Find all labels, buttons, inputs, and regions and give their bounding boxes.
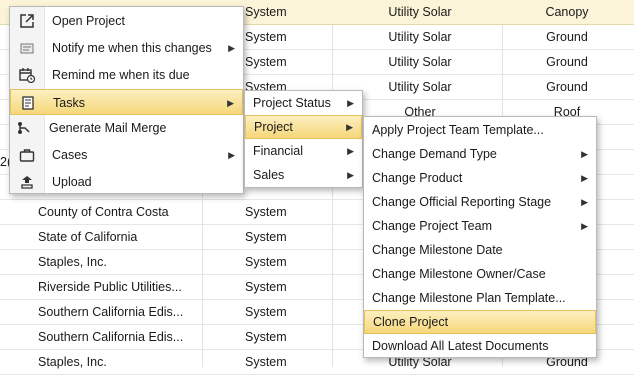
cell-type: Utility Solar bbox=[388, 80, 452, 94]
open-external-icon bbox=[20, 14, 34, 28]
menu-item-label: Clone Project bbox=[373, 315, 449, 329]
menu-item-label: Cases bbox=[52, 148, 88, 162]
menu-item-change-milestone-owner[interactable]: Change Milestone Owner/Case bbox=[364, 262, 596, 286]
submenu-arrow-icon: ▶ bbox=[347, 98, 354, 108]
menu-item-change-milestone-date[interactable]: Change Milestone Date bbox=[364, 238, 596, 262]
menu-item-change-project-team[interactable]: Change Project Team ▶ bbox=[364, 214, 596, 238]
menu-item-label: Change Demand Type bbox=[372, 147, 497, 161]
submenu-arrow-icon: ▶ bbox=[228, 150, 235, 160]
menu-item-label: Generate Mail Merge bbox=[49, 121, 167, 135]
menu-item-download-documents[interactable]: Download All Latest Documents bbox=[364, 334, 596, 358]
menu-item-cases[interactable]: Cases ▶ bbox=[10, 142, 243, 168]
menu-item-label: Project bbox=[254, 120, 293, 134]
menu-item-apply-team-template[interactable]: Apply Project Team Template... bbox=[364, 118, 596, 142]
cell-name: Staples, Inc. bbox=[38, 255, 107, 269]
menu-item-label: Change Milestone Plan Template... bbox=[372, 291, 566, 305]
cell-mount: Ground bbox=[546, 30, 588, 44]
submenu-arrow-icon: ▶ bbox=[346, 122, 353, 132]
menu-item-label: Change Project Team bbox=[372, 219, 492, 233]
cell-source: System bbox=[245, 230, 287, 244]
menu-item-change-milestone-plan[interactable]: Change Milestone Plan Template... bbox=[364, 286, 596, 310]
menu-item-label: Upload bbox=[52, 175, 92, 189]
menu-item-sales[interactable]: Sales ▶ bbox=[245, 163, 362, 187]
cell-name: Southern California Edis... bbox=[38, 330, 184, 344]
menu-item-label: Sales bbox=[253, 168, 285, 182]
menu-item-mail-merge[interactable]: Generate Mail Merge bbox=[10, 115, 243, 141]
menu-item-financial[interactable]: Financial ▶ bbox=[245, 139, 362, 163]
menu-item-label: Remind me when its due bbox=[52, 68, 190, 82]
cell-mount: Canopy bbox=[545, 5, 589, 19]
menu-item-label: Notify me when this changes bbox=[52, 41, 212, 55]
menu-item-label: Download All Latest Documents bbox=[372, 339, 549, 353]
submenu-arrow-icon: ▶ bbox=[347, 146, 354, 156]
menu-item-label: Tasks bbox=[53, 96, 85, 110]
menu-item-clone-project[interactable]: Clone Project bbox=[364, 310, 596, 334]
menu-item-project[interactable]: Project ▶ bbox=[245, 115, 362, 139]
menu-item-upload[interactable]: Upload bbox=[10, 169, 243, 195]
mail-merge-icon bbox=[18, 122, 30, 134]
calendar-clock-icon bbox=[19, 68, 35, 83]
menu-item-change-product[interactable]: Change Product ▶ bbox=[364, 166, 596, 190]
menu-item-change-demand-type[interactable]: Change Demand Type ▶ bbox=[364, 142, 596, 166]
cell-source: System bbox=[245, 55, 287, 69]
upload-icon bbox=[21, 176, 33, 189]
menu-item-label: Change Milestone Owner/Case bbox=[372, 267, 546, 281]
notify-icon bbox=[20, 43, 34, 54]
cell-name: Staples, Inc. bbox=[38, 355, 107, 369]
cell-name: Riverside Public Utilities... bbox=[38, 280, 182, 294]
cell-name: State of California bbox=[38, 230, 138, 244]
submenu-arrow-icon: ▶ bbox=[227, 98, 234, 108]
cell-source: System bbox=[245, 280, 287, 294]
submenu-arrow-icon: ▶ bbox=[581, 197, 588, 207]
cell-mount: Ground bbox=[546, 80, 588, 94]
submenu-arrow-icon: ▶ bbox=[581, 149, 588, 159]
cell-source: System bbox=[245, 355, 287, 369]
cell-source: System bbox=[245, 255, 287, 269]
tasks-icon bbox=[22, 96, 34, 110]
cell-mount: Ground bbox=[546, 55, 588, 69]
cell-source: System bbox=[245, 305, 287, 319]
cell-type: Utility Solar bbox=[388, 5, 452, 19]
submenu-arrow-icon: ▶ bbox=[347, 170, 354, 180]
context-menu: Open Project Notify me when this changes… bbox=[9, 6, 244, 194]
submenu-arrow-icon: ▶ bbox=[228, 43, 235, 53]
menu-item-remind[interactable]: Remind me when its due bbox=[10, 62, 243, 88]
cell-name: Southern California Edis... bbox=[38, 305, 184, 319]
cell-source: System bbox=[245, 30, 287, 44]
cell-type: Utility Solar bbox=[388, 30, 452, 44]
menu-item-label: Apply Project Team Template... bbox=[372, 123, 544, 137]
menu-item-label: Project Status bbox=[253, 96, 331, 110]
submenu-arrow-icon: ▶ bbox=[581, 173, 588, 183]
menu-item-label: Financial bbox=[253, 144, 304, 158]
cell-source: System bbox=[245, 5, 287, 19]
cell-name: County of Contra Costa bbox=[38, 205, 169, 219]
menu-item-label: Open Project bbox=[52, 14, 125, 28]
cell-source: System bbox=[245, 205, 287, 219]
menu-item-label: Change Milestone Date bbox=[372, 243, 503, 257]
cell-source: System bbox=[245, 330, 287, 344]
project-submenu: Apply Project Team Template... Change De… bbox=[363, 116, 597, 358]
menu-item-change-reporting-stage[interactable]: Change Official Reporting Stage ▶ bbox=[364, 190, 596, 214]
briefcase-icon bbox=[19, 149, 35, 162]
menu-item-label: Change Official Reporting Stage bbox=[372, 195, 552, 209]
cell-type: Utility Solar bbox=[388, 55, 452, 69]
menu-item-tasks[interactable]: Tasks ▶ bbox=[10, 89, 243, 115]
tasks-submenu: Project Status ▶ Project ▶ Financial ▶ S… bbox=[244, 90, 363, 188]
submenu-arrow-icon: ▶ bbox=[581, 221, 588, 231]
menu-item-project-status[interactable]: Project Status ▶ bbox=[245, 91, 362, 115]
menu-item-open-project[interactable]: Open Project bbox=[10, 8, 243, 34]
menu-item-label: Change Product bbox=[372, 171, 463, 185]
menu-item-notify[interactable]: Notify me when this changes ▶ bbox=[10, 35, 243, 61]
